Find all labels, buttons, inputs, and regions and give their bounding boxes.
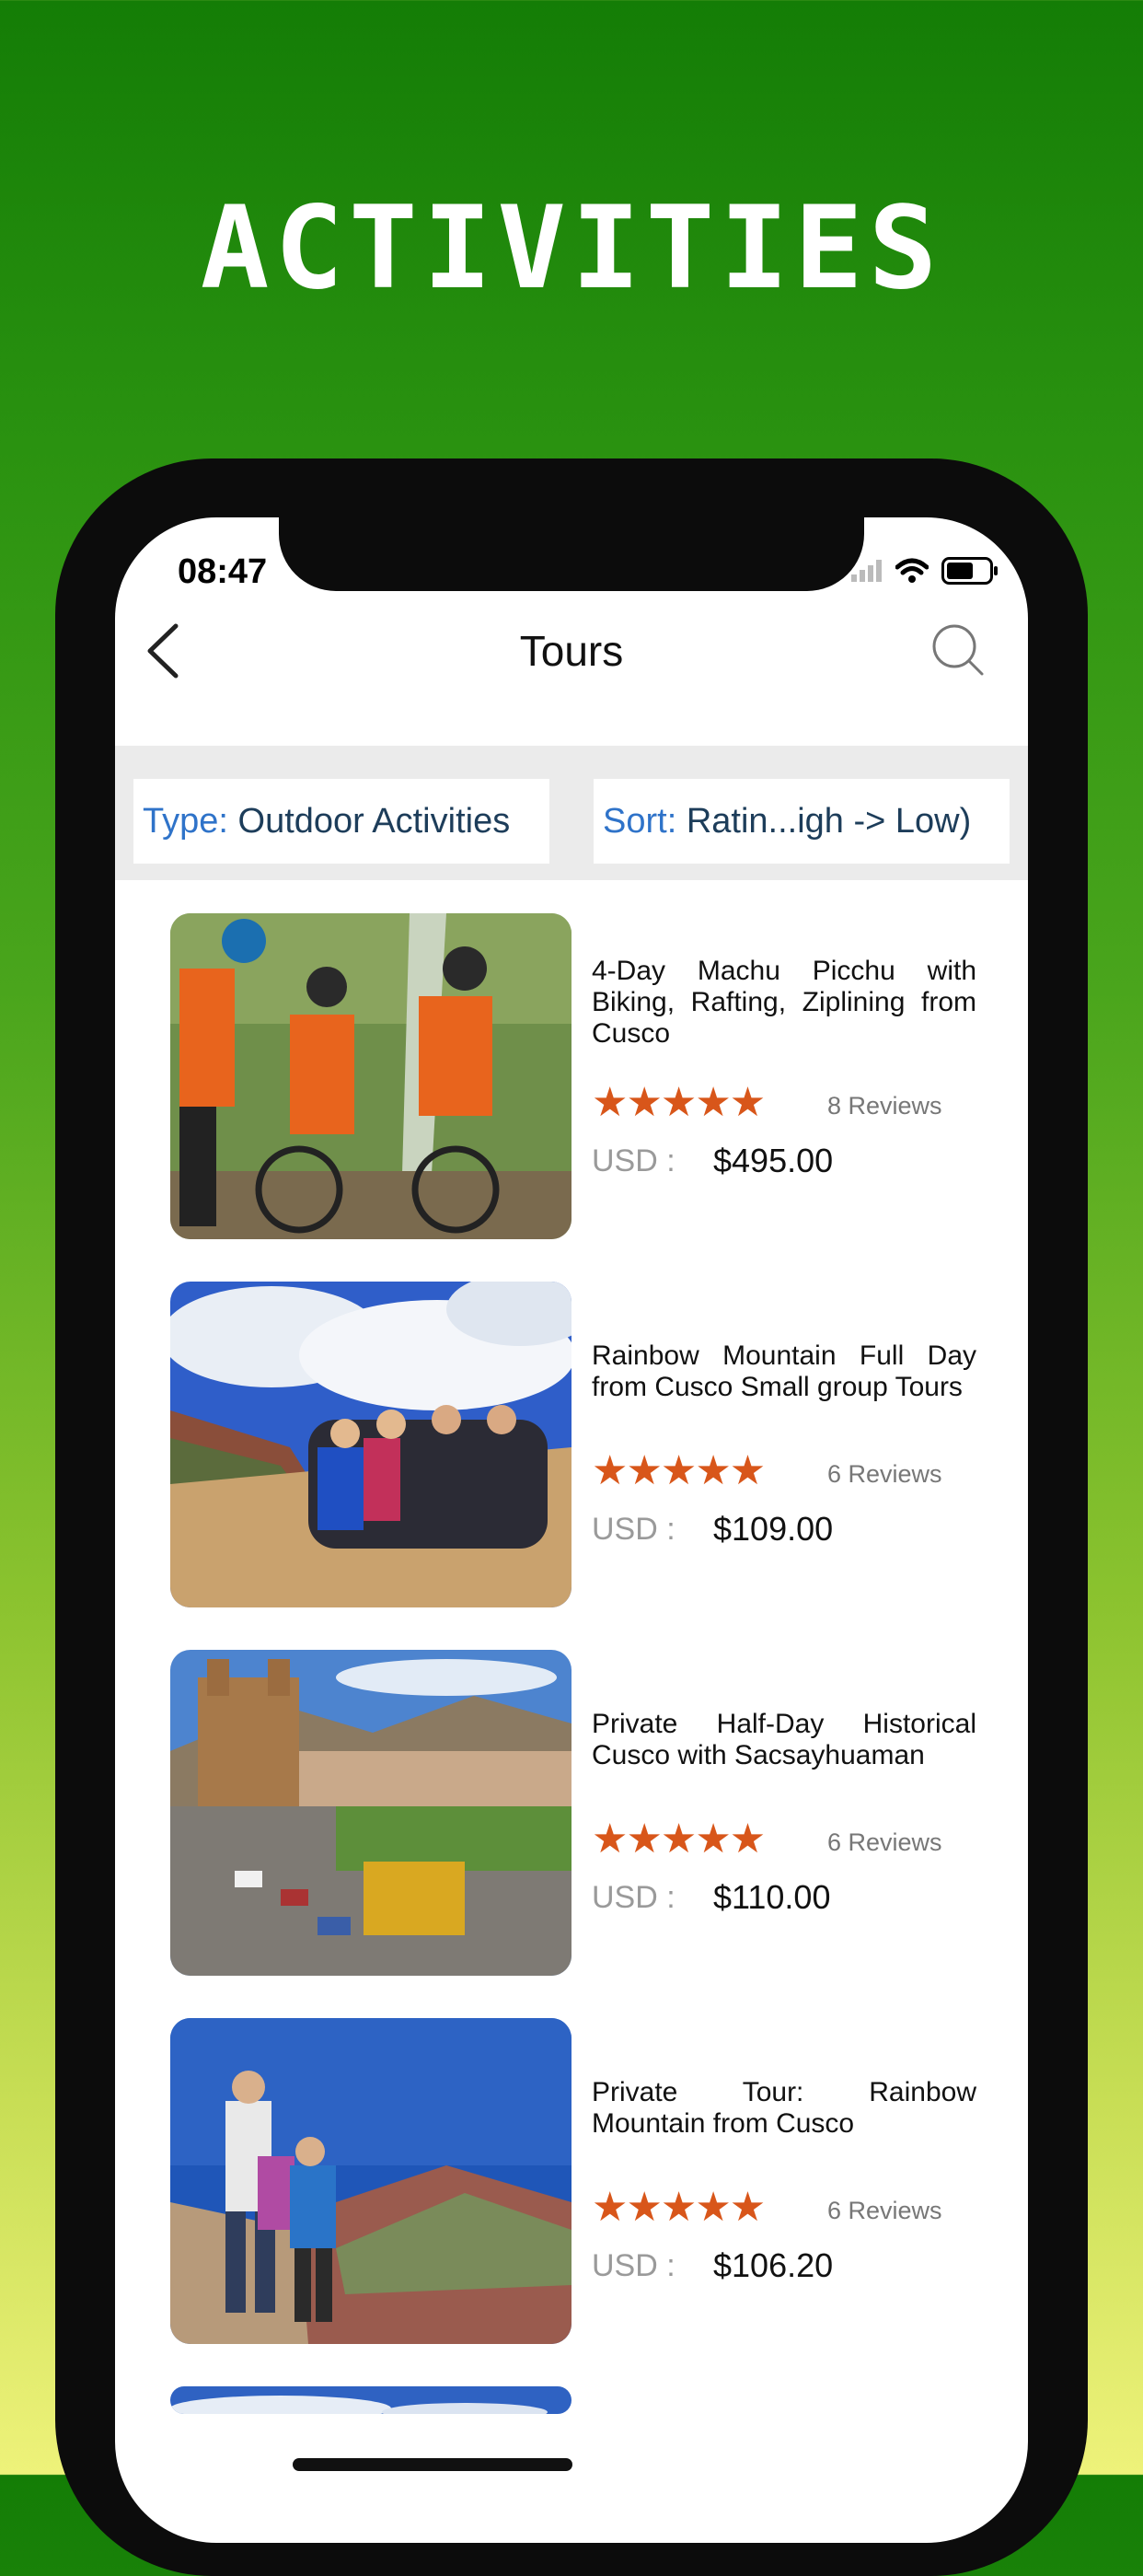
type-filter-button[interactable]: Type: Outdoor Activities: [133, 779, 549, 864]
tour-price: $495.00: [713, 1142, 834, 1179]
rainbow-mountain-group-photo: [170, 1282, 572, 1607]
currency-label: USD :: [592, 1880, 675, 1915]
mountain-bikers-photo: [170, 913, 572, 1239]
tour-title: Private Half-Day Historical Cusco with S…: [592, 1709, 976, 1770]
status-time: 08:47: [178, 552, 268, 591]
status-icons: [851, 554, 999, 591]
type-filter-value: Outdoor Activities: [237, 801, 511, 841]
search-button[interactable]: [927, 619, 991, 683]
currency-label: USD :: [592, 1512, 675, 1547]
wifi-icon: [895, 558, 929, 588]
tour-card[interactable]: Private Tour: Rainbow Mountain from Cusc…: [115, 2018, 1028, 2386]
review-count: 6 Reviews: [827, 1460, 942, 1488]
tour-title: Rainbow Mountain Full Day from Cusco Sma…: [592, 1340, 976, 1402]
tour-price: $110.00: [713, 1878, 831, 1916]
sort-filter-value: Ratin...igh -> Low): [686, 801, 972, 841]
currency-label: USD :: [592, 1143, 675, 1178]
search-icon: [932, 624, 984, 676]
home-indicator[interactable]: [293, 2458, 572, 2471]
partial-tour-photo: [170, 2386, 572, 2414]
currency-label: USD :: [592, 2248, 675, 2283]
review-count: 8 Reviews: [827, 1092, 942, 1120]
review-count: 6 Reviews: [827, 1828, 942, 1856]
promo-headline: ACTIVITIES: [200, 182, 943, 315]
star-rating: ★★★★★: [592, 1448, 766, 1493]
tour-title: 4-Day Machu Picchu with Biking, Rafting,…: [592, 956, 976, 1049]
phone-screen: 08:47 Tours Type: Outdoor Activities Sor…: [115, 517, 1028, 2543]
tour-card[interactable]: [115, 2386, 1028, 2414]
tour-price: $109.00: [713, 1510, 834, 1548]
cusco-plaza-photo: [170, 1650, 572, 1976]
type-filter-key: Type:: [143, 801, 228, 841]
page-title: Tours: [519, 627, 624, 675]
tour-card[interactable]: Private Half-Day Historical Cusco with S…: [115, 1650, 1028, 2018]
filter-bar: Type: Outdoor Activities Sort: Ratin...i…: [115, 746, 1028, 880]
signal-icon: [851, 559, 883, 586]
tour-title: Private Tour: Rainbow Mountain from Cusc…: [592, 2077, 976, 2139]
sort-filter-key: Sort:: [603, 801, 677, 841]
star-rating: ★★★★★: [592, 1816, 766, 1862]
review-count: 6 Reviews: [827, 2197, 942, 2224]
nav-bar: Tours: [115, 591, 1028, 711]
notch: [279, 517, 864, 591]
star-rating: ★★★★★: [592, 1080, 766, 1125]
sort-filter-button[interactable]: Sort: Ratin...igh -> Low): [594, 779, 1010, 864]
battery-icon: [941, 556, 999, 589]
rainbow-mountain-family-photo: [170, 2018, 572, 2344]
tour-card[interactable]: 4-Day Machu Picchu with Biking, Rafting,…: [115, 913, 1028, 1282]
tour-card[interactable]: Rainbow Mountain Full Day from Cusco Sma…: [115, 1282, 1028, 1650]
star-rating: ★★★★★: [592, 2185, 766, 2230]
tour-price: $106.20: [713, 2246, 834, 2284]
